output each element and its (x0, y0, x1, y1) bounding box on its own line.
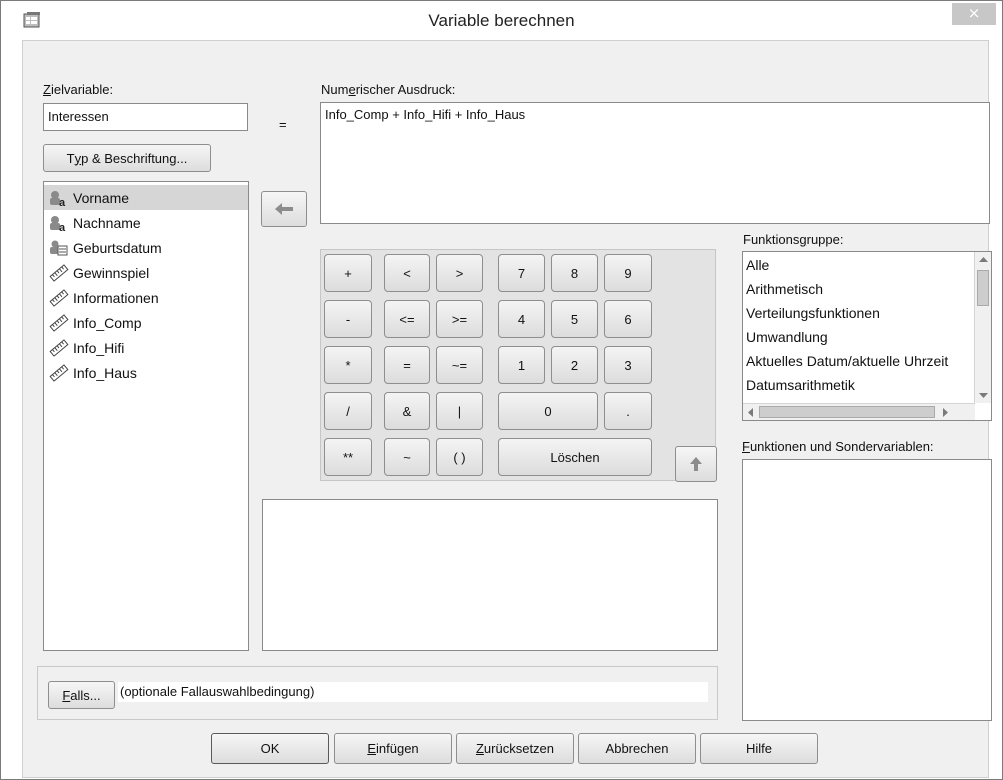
scroll-left-icon[interactable] (744, 404, 758, 421)
key-equals[interactable]: = (384, 346, 430, 384)
scale-variable-icon (49, 288, 73, 307)
key-less-equal[interactable]: <= (384, 300, 430, 338)
key-0[interactable]: 0 (498, 392, 598, 430)
help-button[interactable]: Hilfe (700, 733, 818, 764)
key-6[interactable]: 6 (604, 300, 652, 338)
key-multiply[interactable]: * (324, 346, 372, 384)
function-group-item[interactable]: Datumsarithmetik (743, 373, 971, 397)
scale-variable-icon (49, 363, 73, 382)
if-condition-text: (optionale Fallauswahlbedingung) (118, 682, 708, 702)
key-parentheses[interactable]: ( ) (436, 438, 483, 476)
horizontal-scroll-thumb[interactable] (759, 406, 935, 418)
functions-label: Funktionen und Sondervariablen: (742, 439, 934, 454)
scale-variable-icon (49, 313, 73, 332)
if-button[interactable]: Falls... (48, 681, 115, 709)
variable-item[interactable]: Informationen (44, 285, 248, 310)
function-group-item[interactable]: Arithmetisch (743, 277, 971, 301)
key-greater-than[interactable]: > (436, 254, 483, 292)
dialog-window: Variable berechnen × Zielvariable: Inter… (0, 0, 1003, 780)
variable-name: Info_Hifi (73, 339, 125, 356)
key-greater-equal[interactable]: >= (436, 300, 483, 338)
key-5[interactable]: 5 (551, 300, 598, 338)
key-and[interactable]: & (384, 392, 430, 430)
window-title: Variable berechnen (428, 11, 575, 30)
key-divide[interactable]: / (324, 392, 372, 430)
key-2[interactable]: 2 (551, 346, 598, 384)
variable-item[interactable]: Info_Hifi (44, 335, 248, 360)
scroll-down-icon[interactable] (975, 388, 992, 402)
function-group-vertical-scrollbar[interactable] (974, 252, 991, 403)
ok-button[interactable]: OK (211, 733, 329, 764)
calculator-keypad: + < > 7 8 9 - <= >= 4 5 6 * = ~= 1 2 3 /… (320, 249, 716, 481)
key-1[interactable]: 1 (498, 346, 545, 384)
function-group-horizontal-scrollbar[interactable] (743, 403, 975, 420)
source-variable-list[interactable]: a Vorname a Nachname Geburtsdatum Gewinnspiel… (43, 181, 249, 651)
variable-name: Info_Comp (73, 314, 142, 331)
function-group-item[interactable]: Alle (743, 253, 971, 277)
key-not[interactable]: ~ (384, 438, 430, 476)
string-variable-icon: a (49, 189, 73, 207)
variable-item[interactable]: Info_Haus (44, 360, 248, 385)
function-group-list[interactable]: Alle Arithmetisch Verteilungsfunktionen Umw… (742, 251, 992, 421)
key-plus[interactable]: + (324, 254, 372, 292)
key-4[interactable]: 4 (498, 300, 545, 338)
function-description-box (262, 499, 718, 651)
arrow-up-icon (690, 457, 702, 471)
string-variable-icon: a (49, 214, 73, 232)
vertical-scroll-thumb[interactable] (977, 270, 989, 306)
key-3[interactable]: 3 (604, 346, 652, 384)
reset-button[interactable]: Zurücksetzen (456, 733, 574, 764)
key-7[interactable]: 7 (498, 254, 545, 292)
key-decimal[interactable]: . (604, 392, 652, 430)
arrow-left-icon (275, 203, 293, 215)
variable-item[interactable]: a Nachname (44, 210, 248, 235)
variable-name: Nachname (73, 214, 141, 231)
svg-text:a: a (59, 197, 66, 207)
variable-name: Gewinnspiel (73, 264, 150, 281)
variable-name: Informationen (73, 289, 159, 306)
scale-variable-icon (49, 338, 73, 357)
function-group-item[interactable]: Aktuelles Datum/aktuelle Uhrzeit (743, 349, 971, 373)
variable-name: Geburtsdatum (73, 239, 162, 256)
functions-list[interactable] (742, 459, 992, 721)
close-button[interactable]: × (952, 3, 996, 25)
function-group-item[interactable]: Umwandlung (743, 325, 971, 349)
scroll-right-icon[interactable] (938, 404, 952, 421)
scroll-up-icon[interactable] (975, 253, 992, 267)
variable-item[interactable]: Geburtsdatum (44, 235, 248, 260)
key-9[interactable]: 9 (604, 254, 652, 292)
dialog-body: Zielvariable: Interessen = Typ & Beschri… (22, 40, 992, 778)
numeric-expression-textarea[interactable]: Info_Comp + Info_Hifi + Info_Haus (320, 102, 990, 224)
scale-variable-icon (49, 263, 73, 282)
paste-button[interactable]: Einfügen (334, 733, 452, 764)
title-bar: Variable berechnen × (1, 1, 1002, 39)
move-function-up-button[interactable] (675, 446, 717, 482)
equals-sign: = (279, 117, 287, 132)
type-label-button[interactable]: Typ & Beschriftung... (43, 144, 211, 172)
variable-item[interactable]: a Vorname (44, 185, 248, 210)
cancel-button[interactable]: Abbrechen (578, 733, 696, 764)
function-group-label: Funktionsgruppe: (743, 232, 844, 247)
key-less-than[interactable]: < (384, 254, 430, 292)
variable-item[interactable]: Info_Comp (44, 310, 248, 335)
svg-text:a: a (59, 222, 66, 232)
variable-name: Info_Haus (73, 364, 137, 381)
target-variable-label: Zielvariable: (43, 82, 114, 97)
variable-item[interactable]: Gewinnspiel (44, 260, 248, 285)
key-or[interactable]: | (436, 392, 483, 430)
if-condition-group: Falls... (optionale Fallauswahlbedingung… (37, 666, 718, 720)
move-to-expression-button[interactable] (261, 191, 307, 227)
function-group-item[interactable]: Verteilungsfunktionen (743, 301, 971, 325)
date-variable-icon (49, 239, 73, 257)
expression-label: Numerischer Ausdruck: (321, 82, 456, 97)
target-variable-input[interactable]: Interessen (43, 103, 248, 131)
key-minus[interactable]: - (324, 300, 372, 338)
key-not-equal[interactable]: ~= (436, 346, 483, 384)
key-power[interactable]: ** (324, 438, 372, 476)
key-8[interactable]: 8 (551, 254, 598, 292)
variable-name: Vorname (73, 189, 130, 206)
key-delete[interactable]: Löschen (498, 438, 652, 476)
